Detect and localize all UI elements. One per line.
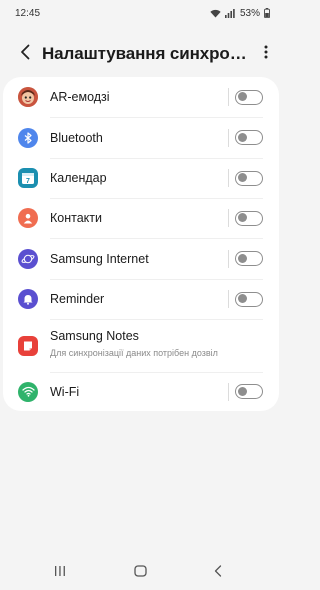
more-options-button[interactable] <box>254 39 278 69</box>
divider <box>228 290 229 308</box>
system-navigation-bar <box>0 560 282 586</box>
list-item-wifi[interactable]: Wi-Fi <box>3 372 279 411</box>
signal-icon <box>224 8 235 18</box>
item-sublabel: Для синхронізації даних потрібен дозвіл <box>50 348 218 358</box>
calendar-sync-toggle[interactable] <box>235 170 263 186</box>
wifi-status-icon <box>210 9 221 18</box>
item-label: Reminder <box>50 292 105 306</box>
item-label: Samsung Notes <box>50 329 139 343</box>
back-nav-button[interactable] <box>203 561 233 585</box>
back-button[interactable] <box>10 39 40 69</box>
divider <box>228 169 229 187</box>
item-label: Wi-Fi <box>50 384 80 399</box>
reminder-bell-icon <box>18 289 38 309</box>
list-item-samsung-notes[interactable]: Samsung Notes Для синхронізації даних по… <box>3 319 279 372</box>
list-item-calendar[interactable]: 7 Календар <box>3 158 279 198</box>
list-item-bluetooth[interactable]: Bluetooth <box>3 117 279 158</box>
item-label: Календар <box>50 171 107 185</box>
bluetooth-sync-toggle[interactable] <box>235 130 263 145</box>
item-label: Bluetooth <box>50 130 103 145</box>
divider <box>228 382 229 401</box>
calendar-icon: 7 <box>18 168 38 188</box>
ar-emoji-avatar-icon <box>18 87 38 107</box>
home-icon <box>133 564 147 582</box>
reminder-sync-toggle[interactable] <box>235 291 263 307</box>
back-chevron-icon <box>214 564 222 582</box>
wifi-icon <box>18 381 38 402</box>
page-title: Налаштування синхронізації облікового за… <box>42 44 247 63</box>
divider <box>228 209 229 227</box>
back-arrow-icon <box>19 44 31 65</box>
divider <box>228 128 229 147</box>
recent-apps-icon <box>54 564 66 582</box>
contacts-sync-toggle[interactable] <box>235 210 263 226</box>
divider <box>228 88 229 106</box>
bluetooth-icon <box>18 127 38 148</box>
item-label: Samsung Internet <box>50 251 149 266</box>
list-item-reminder[interactable]: Reminder <box>3 279 279 319</box>
status-time: 12:45 <box>15 7 41 19</box>
list-item-samsung-internet[interactable]: Samsung Internet <box>3 238 279 279</box>
contacts-icon <box>18 208 38 228</box>
samsung-internet-sync-toggle[interactable] <box>235 251 263 266</box>
status-bar: 12:45 53% <box>0 0 282 26</box>
list-item-contacts[interactable]: Контакти <box>3 198 279 238</box>
recent-apps-button[interactable] <box>45 561 75 585</box>
battery-percent: 53% <box>239 7 260 19</box>
sync-settings-list: AR-емодзі Bluetooth 7 Календар Контакти … <box>3 77 279 411</box>
samsung-internet-icon <box>18 248 38 269</box>
battery-icon <box>264 8 270 18</box>
ar-emoji-sync-toggle[interactable] <box>235 89 263 105</box>
status-icons: 53% <box>210 8 270 19</box>
calendar-day: 7 <box>26 178 30 185</box>
divider <box>228 249 229 268</box>
item-label: AR-емодзі <box>50 90 110 104</box>
app-bar: Налаштування синхронізації облікового за… <box>0 38 282 70</box>
list-item-ar-emoji[interactable]: AR-емодзі <box>3 77 279 117</box>
item-label: Контакти <box>50 211 102 225</box>
samsung-notes-icon <box>18 336 38 356</box>
more-vert-icon <box>264 45 268 64</box>
wifi-sync-toggle[interactable] <box>235 384 263 399</box>
home-button[interactable] <box>125 561 155 585</box>
